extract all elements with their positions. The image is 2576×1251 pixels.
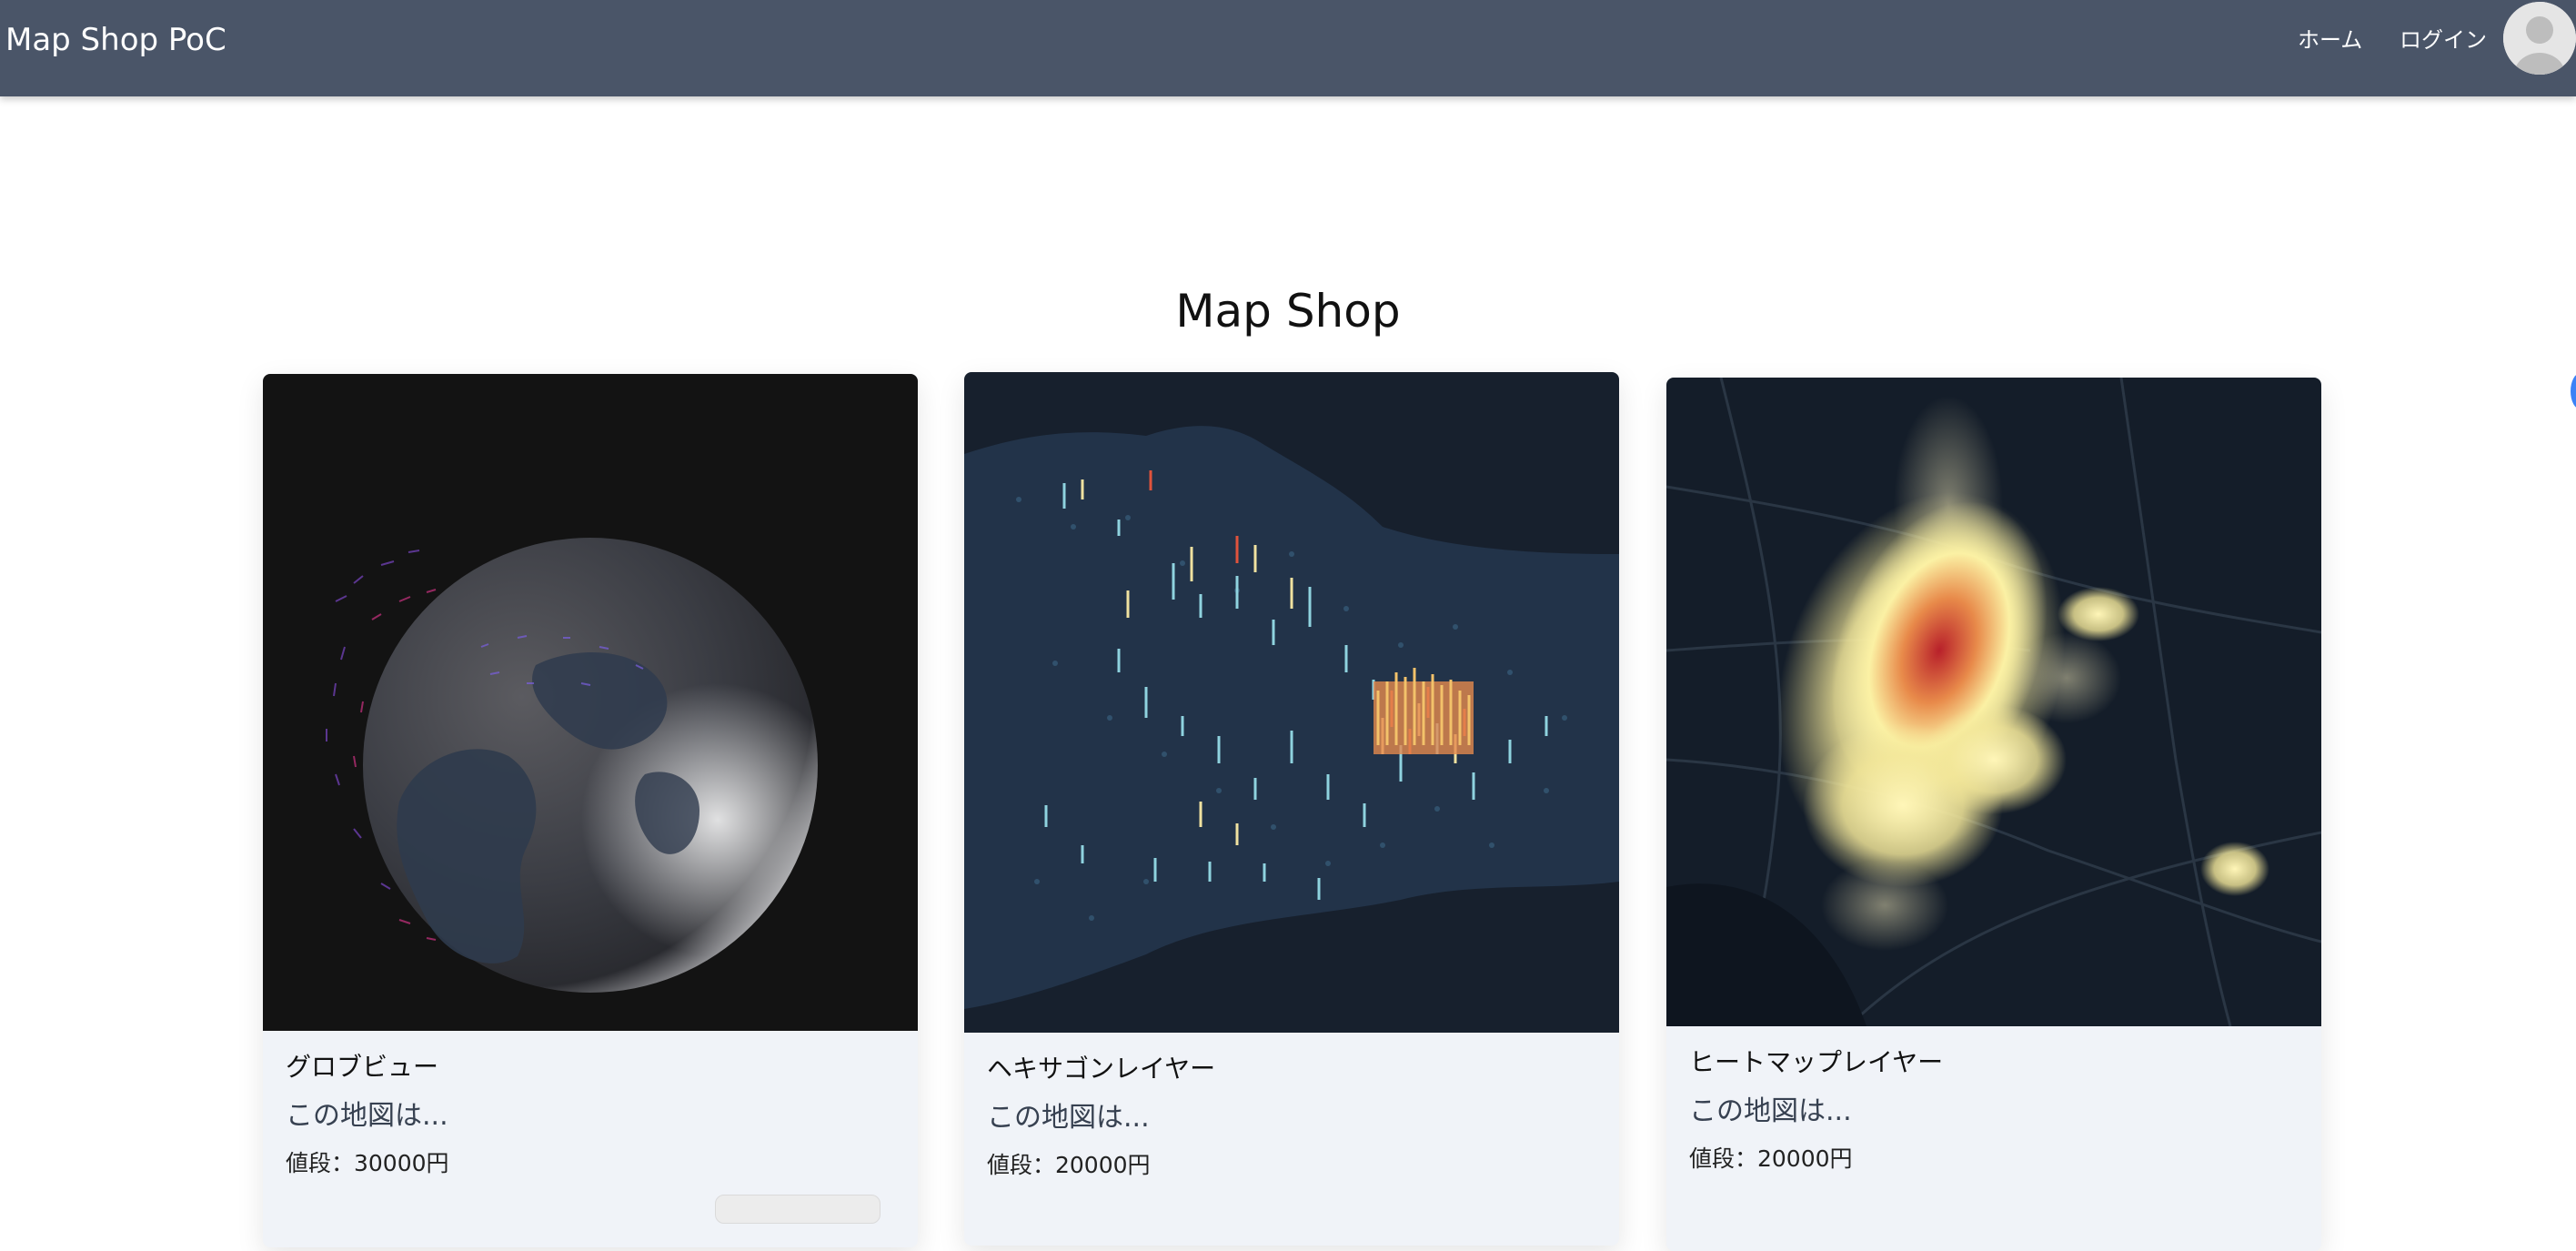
nav-home-link[interactable]: ホーム	[2298, 24, 2362, 56]
brand-logo[interactable]: Map Shop PoC	[5, 18, 226, 62]
nav-login-link[interactable]: ログイン	[2400, 24, 2487, 56]
product-card-heatmap[interactable]: ヒートマップレイヤー この地図は... 値段：20000円	[1666, 378, 2321, 1251]
card-body: ヒートマップレイヤー この地図は... 値段：20000円	[1666, 1044, 2321, 1175]
product-card-globe[interactable]: グロブビュー この地図は... 値段：30000円	[263, 374, 918, 1247]
scroll-indicator-icon	[2571, 373, 2576, 409]
heatmap-layer-image[interactable]	[1666, 378, 2321, 1026]
product-description: この地図は...	[286, 1100, 448, 1132]
user-avatar-icon[interactable]	[2503, 2, 2576, 75]
product-card-hexagon[interactable]: ヘキサゴンレイヤー この地図は... 値段：20000円	[964, 372, 1619, 1246]
globe-view-image[interactable]	[263, 374, 918, 1031]
product-price: 値段：30000円	[286, 1150, 449, 1176]
hexagon-layer-image[interactable]	[964, 372, 1619, 1033]
product-description: この地図は...	[1689, 1095, 1852, 1127]
navbar: Map Shop PoC ホーム ログイン	[0, 0, 2576, 96]
product-name: ヒートマップレイヤー	[1689, 1047, 1944, 1077]
product-name: グロブビュー	[286, 1052, 439, 1082]
page-title: Map Shop	[1175, 285, 1401, 338]
product-description: この地図は...	[987, 1102, 1150, 1134]
product-name: ヘキサゴンレイヤー	[987, 1054, 1216, 1084]
product-price: 値段：20000円	[1689, 1145, 1853, 1172]
card-body: グロブビュー この地図は... 値段：30000円	[263, 1049, 918, 1180]
product-price: 値段：20000円	[987, 1152, 1151, 1178]
card-body: ヘキサゴンレイヤー この地図は... 値段：20000円	[964, 1051, 1619, 1182]
purchase-button[interactable]	[715, 1195, 880, 1224]
